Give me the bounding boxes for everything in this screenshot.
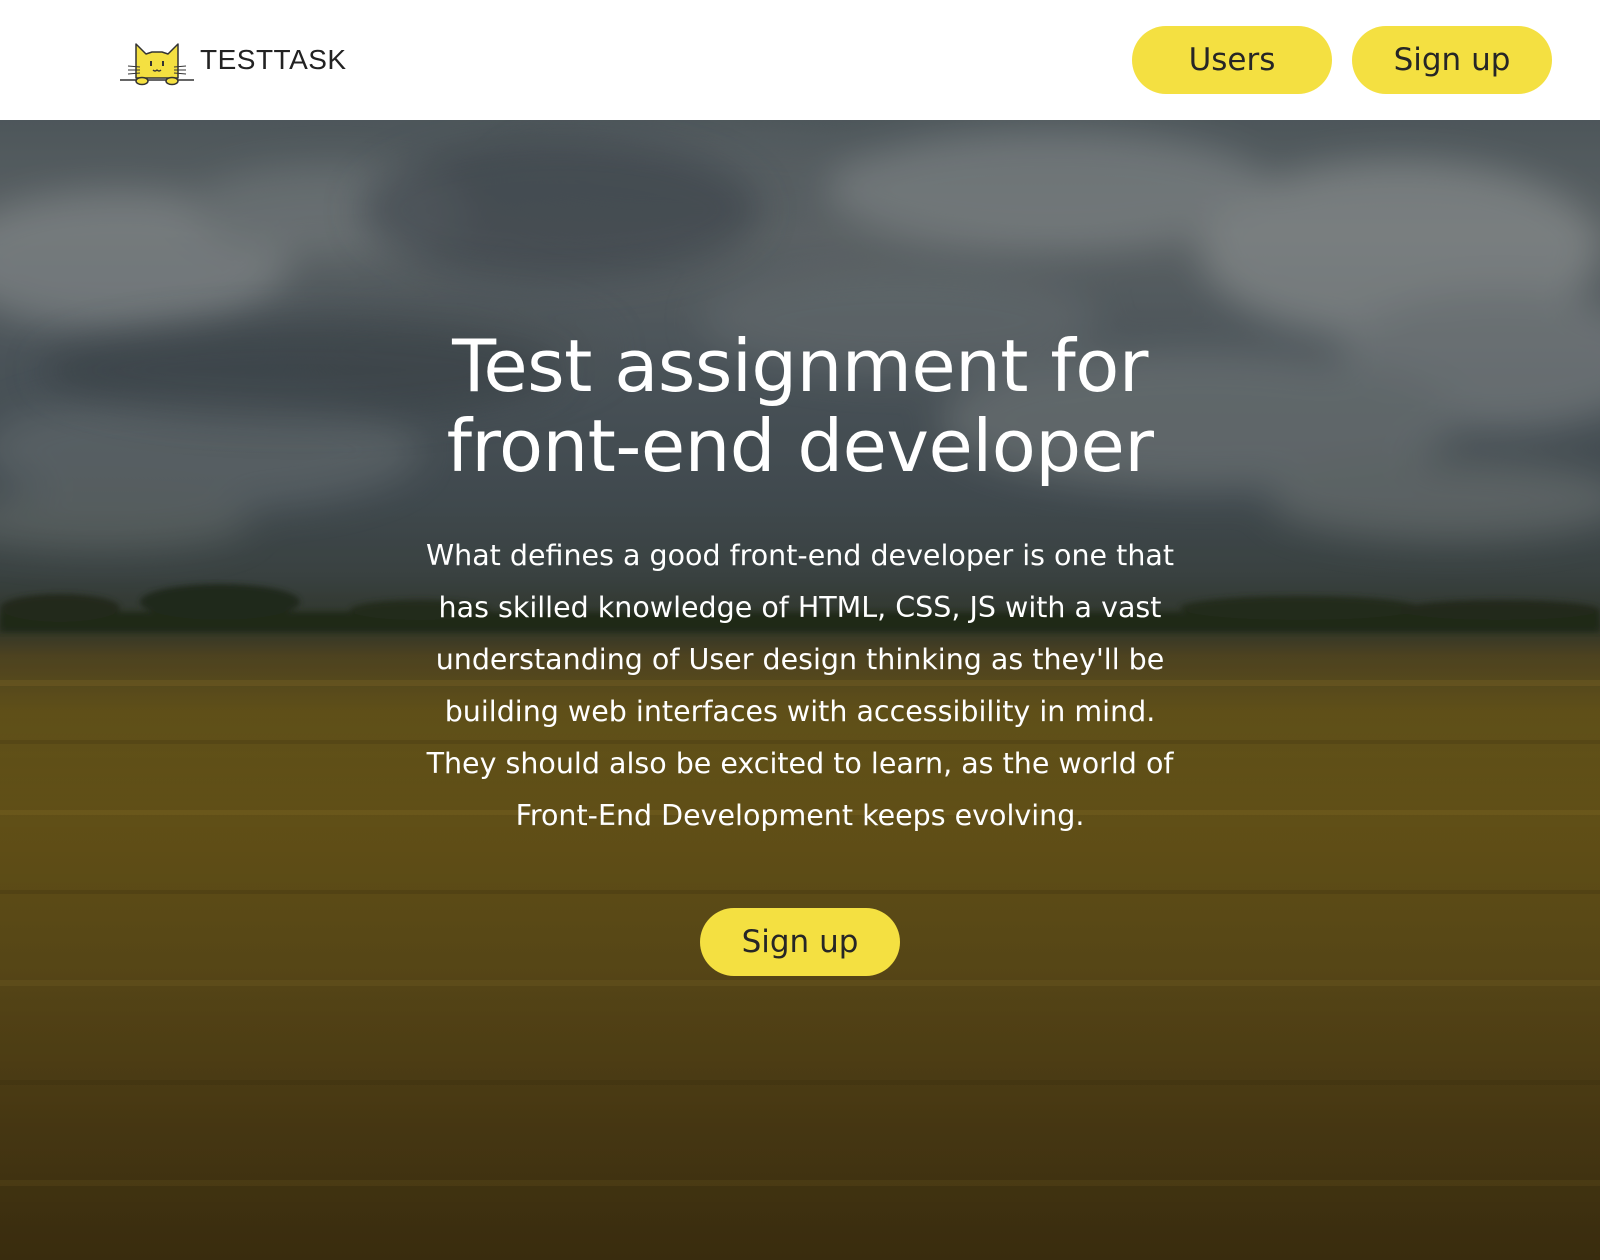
logo-text: TESTTASK (200, 44, 347, 75)
header-signup-button[interactable]: Sign up (1352, 26, 1552, 94)
hero-section: Test assignment for front-end developer … (0, 120, 1600, 1260)
site-header: TESTTASK Users Sign up (0, 0, 1600, 120)
hero-content: Test assignment for front-end developer … (400, 326, 1200, 842)
cat-logo-icon (120, 43, 194, 86)
logo-link[interactable]: TESTTASK (118, 30, 347, 90)
hero-signup-button[interactable]: Sign up (700, 908, 900, 976)
hero-description: What defines a good front-end developer … (425, 539, 1175, 832)
users-button[interactable]: Users (1132, 26, 1332, 94)
hero-title: Test assignment for front-end developer (446, 324, 1154, 488)
